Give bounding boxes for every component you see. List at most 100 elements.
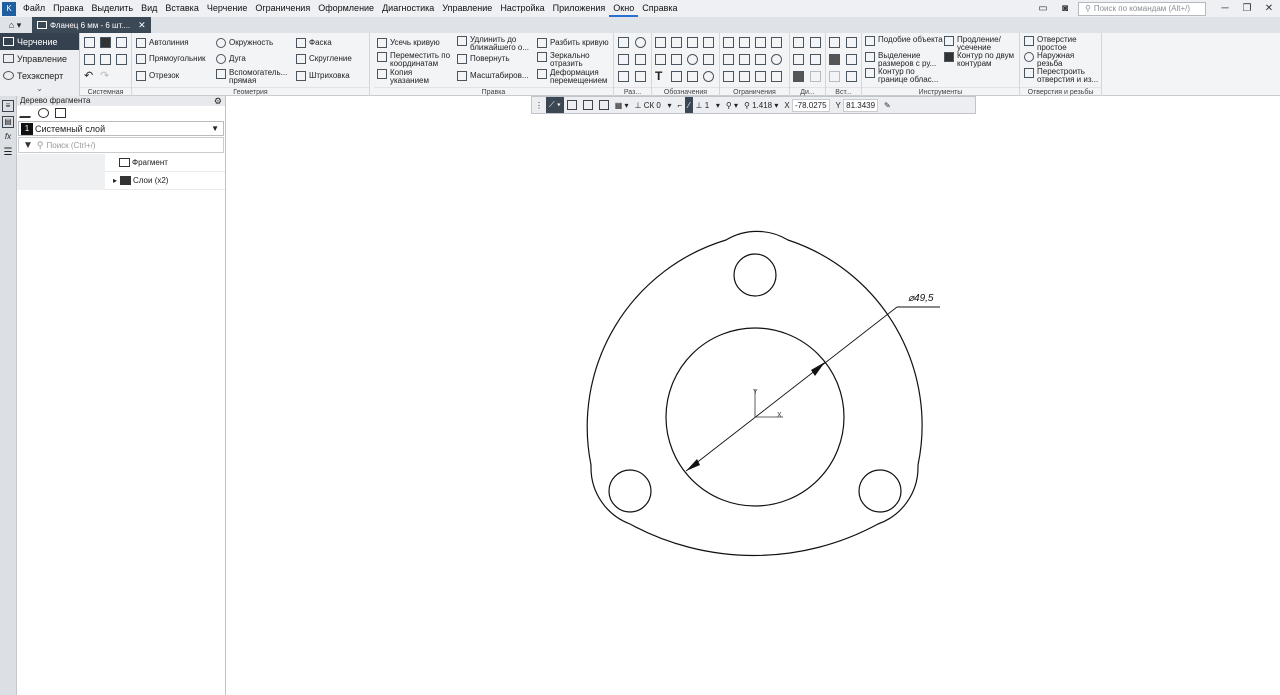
radial-dimension-icon[interactable]	[635, 54, 646, 65]
tree-search-field[interactable]: ▼ ⚲ Поиск (Ctrl+/)	[18, 137, 224, 153]
linear-dimension-icon[interactable]	[618, 54, 629, 65]
arc-dimension-icon[interactable]	[635, 71, 646, 82]
expand-arrow-icon[interactable]: ▸	[113, 176, 117, 185]
orto-icon[interactable]	[564, 97, 580, 113]
mode-techexpert[interactable]: Техэксперт	[0, 67, 79, 84]
menu-constraints[interactable]: Ограничения	[251, 0, 314, 17]
close-tab-icon[interactable]: ✕	[138, 20, 146, 31]
menu-drawing[interactable]: Черчение	[203, 0, 252, 17]
grip-icon[interactable]: ⋮	[532, 97, 546, 113]
variables-fx-icon[interactable]: fx	[2, 132, 14, 144]
drawing-canvas[interactable]: ⌀49,5 X Y	[226, 114, 1280, 695]
insert-flag-icon[interactable]	[846, 71, 857, 82]
mirror-button[interactable]: Зеркально отразить	[537, 52, 599, 68]
camera-icon[interactable]: ◙	[1054, 0, 1076, 17]
equal-icon[interactable]	[739, 71, 750, 82]
parallel-icon[interactable]	[739, 37, 750, 48]
menu-insert[interactable]: Вставка	[161, 0, 202, 17]
bolt-hole-top[interactable]	[733, 253, 777, 297]
home-button[interactable]: ⌂ ▾	[0, 17, 30, 33]
table-icon[interactable]	[703, 54, 714, 65]
fix-point-icon[interactable]	[723, 37, 734, 48]
command-search-input[interactable]: ⚲ Поиск по командам (Alt+/)	[1078, 1, 1206, 16]
coordinate-system-select[interactable]: ⊥ СК 0 ▾	[632, 97, 675, 113]
undo-icon[interactable]: ↶	[84, 71, 95, 82]
edit-pencil-icon[interactable]	[19, 108, 34, 118]
insert-image-icon[interactable]	[829, 54, 840, 65]
gear-icon[interactable]: ⚙	[214, 96, 222, 106]
modes-more-button[interactable]: ⌄	[0, 84, 79, 93]
text-align-icon[interactable]	[671, 54, 682, 65]
di-icon-6[interactable]	[810, 71, 821, 82]
print-icon[interactable]	[84, 54, 95, 65]
roughness-icon[interactable]	[671, 37, 682, 48]
simple-hole-button[interactable]: Отверстие простое	[1024, 36, 1100, 52]
chamfer-button[interactable]: Фаска	[296, 38, 332, 48]
contour-boundary-button[interactable]: Контур по границе облас...	[865, 68, 943, 84]
filter-icon[interactable]: ▼	[23, 140, 33, 151]
step-icon[interactable]: ⌐	[675, 97, 686, 113]
image-icon[interactable]	[55, 108, 66, 118]
menu-help[interactable]: Справка	[638, 0, 681, 17]
segment-button[interactable]: Отрезок	[136, 71, 179, 81]
star-icon[interactable]	[793, 54, 804, 65]
angle-constraint-icon[interactable]	[739, 54, 750, 65]
menu-formatting[interactable]: Оформление	[314, 0, 378, 17]
perpendicular-icon[interactable]	[755, 37, 766, 48]
copy-by-point-button[interactable]: Копия указанием	[377, 69, 447, 85]
grid-table-icon[interactable]	[671, 71, 682, 82]
collinear-icon[interactable]	[771, 71, 782, 82]
horizontal-icon[interactable]	[723, 71, 734, 82]
position-icon[interactable]	[687, 54, 698, 65]
hatch-button[interactable]: Штриховка	[296, 71, 350, 81]
bolt-hole-right[interactable]	[858, 469, 902, 513]
di-icon-4[interactable]	[810, 54, 821, 65]
split-curve-button[interactable]: Разбить кривую	[537, 38, 609, 48]
external-thread-button[interactable]: Наружная резьба	[1024, 52, 1100, 68]
menu-window[interactable]: Окно	[609, 0, 638, 17]
restore-button[interactable]: ❐	[1236, 0, 1258, 17]
coincident-icon[interactable]	[755, 71, 766, 82]
arc-button[interactable]: Дуга	[216, 54, 246, 64]
insert-view-icon[interactable]	[829, 37, 840, 48]
di-icon-2[interactable]	[810, 37, 821, 48]
aux-line-button[interactable]: Вспомогатель... прямая	[216, 69, 294, 85]
save-icon[interactable]	[116, 37, 127, 48]
mode-drawing[interactable]: Черчение	[0, 33, 79, 50]
dimension-line[interactable]	[685, 306, 898, 472]
rectangle-button[interactable]: Прямоугольник	[136, 54, 206, 64]
flange-drawing[interactable]: ⌀49,5 X Y	[226, 114, 1280, 695]
chart-icon[interactable]	[793, 71, 804, 82]
menu-applications[interactable]: Приложения	[549, 0, 610, 17]
deform-button[interactable]: Деформация перемещением	[537, 69, 613, 85]
eyedropper-icon[interactable]: ✎	[881, 97, 894, 113]
rebuild-holes-button[interactable]: Перестроить отверстия и из...	[1024, 68, 1100, 84]
menu-settings[interactable]: Настройка	[496, 0, 548, 17]
open-folder-icon[interactable]	[100, 37, 111, 48]
preview-icon[interactable]	[100, 54, 111, 65]
similarity-button[interactable]: Подобие объекта	[865, 36, 943, 46]
autoline-button[interactable]: Автолиния	[136, 38, 189, 48]
zoom-scale-select[interactable]: ⚲ 1.418 ▾	[741, 97, 781, 113]
fillet-button[interactable]: Скругление	[296, 54, 352, 64]
snap-mode-button[interactable]: ⟋ ▾	[546, 97, 564, 113]
layers-list-icon[interactable]: ☰	[2, 148, 14, 160]
diameter-dimension-text[interactable]: ⌀49,5	[908, 293, 934, 304]
menu-edit[interactable]: Правка	[49, 0, 87, 17]
zoom-tools-icon[interactable]: ⚲ ▾	[723, 97, 741, 113]
extend-button[interactable]: Удлинить до ближайшего о...	[457, 36, 535, 52]
round-icon[interactable]: ⁄	[685, 97, 693, 113]
scale-button[interactable]: Масштабиров...	[457, 71, 529, 81]
tolerance-icon[interactable]	[703, 37, 714, 48]
close-window-button[interactable]: ✕	[1258, 0, 1280, 17]
new-document-icon[interactable]	[84, 37, 95, 48]
menu-diagnostics[interactable]: Диагностика	[378, 0, 438, 17]
insert-disabled-icon[interactable]	[829, 71, 840, 82]
lightning-icon[interactable]	[687, 71, 698, 82]
y-coordinate-field[interactable]: 81.3439	[843, 98, 879, 112]
leader-icon[interactable]	[655, 37, 666, 48]
center-mark-icon[interactable]	[703, 71, 714, 82]
select-dims-button[interactable]: Выделение размеров с ру...	[865, 52, 943, 68]
save-as-icon[interactable]	[116, 54, 127, 65]
properties-icon[interactable]: ▤	[2, 116, 14, 128]
